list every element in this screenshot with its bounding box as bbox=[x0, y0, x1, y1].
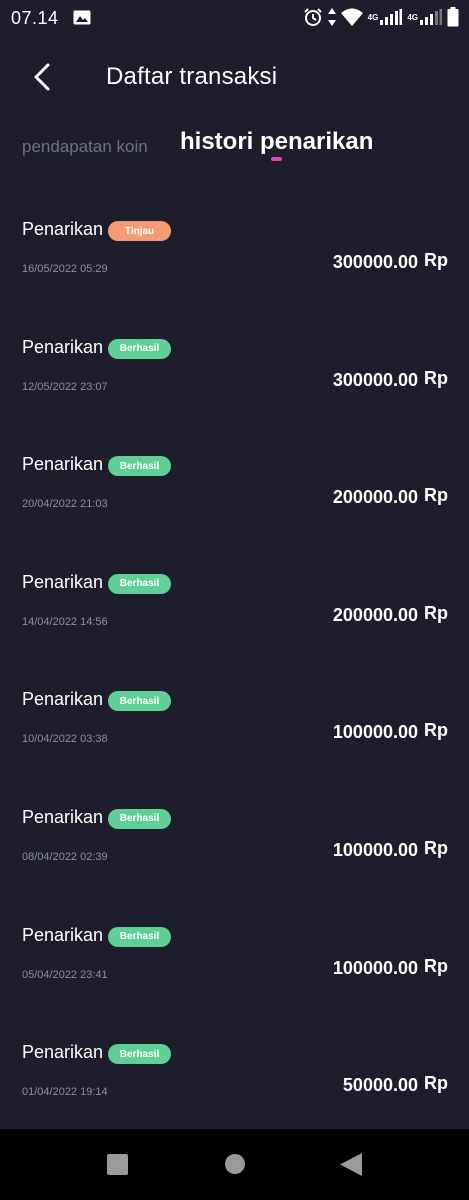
transaction-date: 14/04/2022 14:56 bbox=[22, 615, 108, 628]
transaction-date: 12/05/2022 23:07 bbox=[22, 380, 108, 393]
transaction-title: Penarikan bbox=[22, 336, 104, 357]
signal-icon bbox=[380, 9, 403, 25]
transaction-row[interactable]: Penarikan Berhasil 08/04/2022 02:39 1000… bbox=[0, 783, 469, 901]
app-header: Daftar transaksi bbox=[0, 52, 469, 102]
transaction-amount: 300000.00 bbox=[332, 252, 418, 272]
nav-back-button[interactable] bbox=[340, 1153, 362, 1176]
status-badge: Tinjau bbox=[108, 221, 171, 241]
home-button[interactable] bbox=[225, 1154, 245, 1174]
battery-icon bbox=[447, 7, 459, 27]
status-badge: Berhasil bbox=[108, 456, 171, 477]
status-badge: Berhasil bbox=[108, 573, 171, 594]
transaction-currency: Rp bbox=[424, 367, 448, 388]
transaction-date: 20/04/2022 21:03 bbox=[22, 498, 108, 511]
transaction-date: 16/05/2022 05:29 bbox=[22, 263, 108, 275]
status-bar: 07.14 4G 4G bbox=[0, 0, 469, 36]
active-tab-indicator bbox=[271, 157, 282, 161]
transaction-row[interactable]: Penarikan Berhasil 20/04/2022 21:03 2000… bbox=[0, 430, 469, 548]
transaction-amount: 200000.00 bbox=[332, 487, 418, 508]
status-icons: 4G 4G bbox=[303, 6, 459, 28]
page-title: Daftar transaksi bbox=[106, 63, 278, 90]
transaction-amount: 100000.00 bbox=[332, 839, 418, 860]
transaction-row[interactable]: Penarikan Berhasil 12/05/2022 23:07 3000… bbox=[0, 313, 469, 431]
transaction-date: 01/04/2022 19:14 bbox=[22, 1086, 108, 1099]
tab-bar: pendapatan koin histori penarikan bbox=[0, 122, 469, 172]
tab-pendapatan-koin[interactable]: pendapatan koin bbox=[22, 137, 148, 157]
transaction-currency: Rp bbox=[424, 602, 448, 623]
transaction-amount: 100000.00 bbox=[332, 957, 418, 978]
system-nav-bar bbox=[0, 1129, 469, 1200]
transaction-title: Penarikan bbox=[22, 1042, 104, 1063]
transaction-row[interactable]: Penarikan Berhasil 05/04/2022 23:41 1000… bbox=[0, 901, 469, 1019]
recents-button[interactable] bbox=[107, 1154, 128, 1175]
transaction-title: Penarikan bbox=[22, 454, 104, 475]
transaction-date: 10/04/2022 03:38 bbox=[22, 733, 108, 746]
transaction-title: Penarikan bbox=[22, 689, 104, 710]
data-arrows-icon bbox=[327, 8, 336, 26]
network-type-label: 4G bbox=[407, 12, 418, 22]
transaction-currency: Rp bbox=[424, 485, 448, 506]
transaction-currency: Rp bbox=[424, 1073, 448, 1094]
transaction-amount: 100000.00 bbox=[332, 722, 418, 743]
transaction-currency: Rp bbox=[424, 250, 448, 270]
transaction-amount: 200000.00 bbox=[332, 604, 418, 625]
wifi-icon bbox=[340, 8, 363, 26]
status-badge: Berhasil bbox=[108, 926, 171, 947]
gallery-icon bbox=[73, 10, 91, 25]
transaction-currency: Rp bbox=[424, 720, 448, 741]
transaction-date: 05/04/2022 23:41 bbox=[22, 968, 108, 981]
status-badge: Berhasil bbox=[108, 808, 171, 829]
transaction-title: Penarikan bbox=[22, 806, 104, 827]
transaction-title: Penarikan bbox=[22, 571, 104, 592]
transaction-currency: Rp bbox=[424, 837, 448, 858]
transaction-amount: 50000.00 bbox=[342, 1075, 418, 1096]
transaction-date: 08/04/2022 02:39 bbox=[22, 850, 108, 863]
transaction-amount: 300000.00 bbox=[332, 369, 418, 390]
transaction-title: Penarikan bbox=[22, 219, 104, 239]
back-arrow-icon[interactable] bbox=[28, 62, 58, 92]
alarm-icon bbox=[303, 8, 322, 26]
status-badge: Berhasil bbox=[108, 1044, 171, 1065]
tab-histori-penarikan[interactable]: histori penarikan bbox=[180, 128, 373, 156]
status-badge: Berhasil bbox=[108, 691, 171, 712]
network-type-label: 4G bbox=[367, 12, 379, 22]
transaction-currency: Rp bbox=[424, 955, 448, 976]
transaction-title: Penarikan bbox=[22, 924, 104, 945]
transaction-row[interactable]: Penarikan Berhasil 10/04/2022 03:38 1000… bbox=[0, 665, 469, 783]
transaction-row[interactable]: Penarikan Berhasil 01/04/2022 19:14 5000… bbox=[0, 1018, 469, 1136]
transaction-row[interactable]: Penarikan Berhasil 14/04/2022 14:56 2000… bbox=[0, 548, 469, 666]
status-badge: Berhasil bbox=[108, 338, 171, 359]
transaction-row[interactable]: Penarikan Tinjau 16/05/2022 05:29 300000… bbox=[0, 195, 469, 313]
status-time: 07.14 bbox=[11, 8, 59, 28]
signal-icon bbox=[420, 9, 442, 25]
transaction-list: Penarikan Tinjau 16/05/2022 05:29 300000… bbox=[0, 195, 469, 1136]
